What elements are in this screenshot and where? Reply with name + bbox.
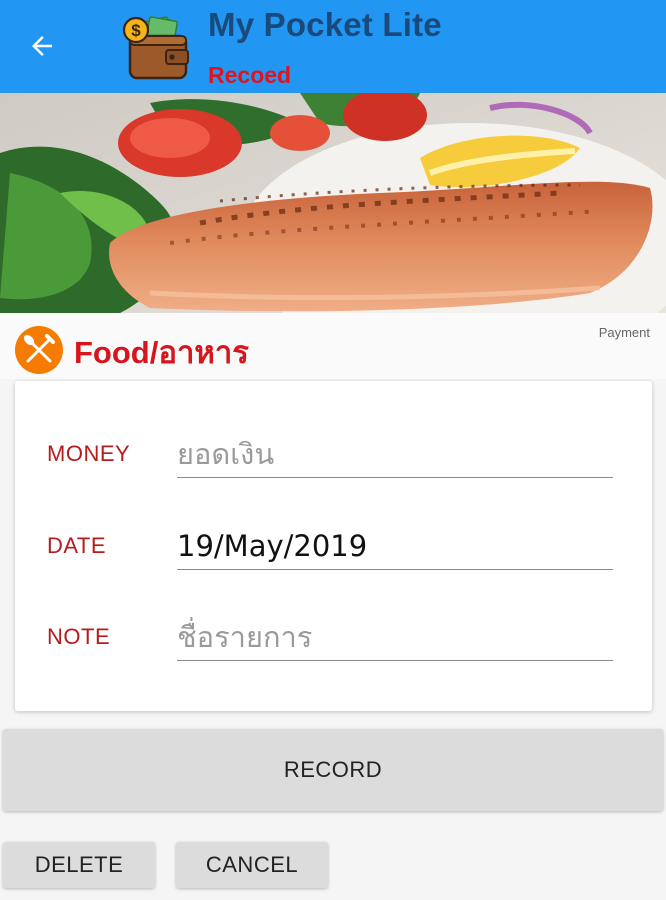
date-input[interactable] — [177, 523, 613, 570]
cancel-button[interactable]: CANCEL — [176, 842, 328, 888]
hero-image — [0, 93, 666, 313]
date-label: DATE — [47, 533, 107, 558]
app-title: My Pocket Lite — [208, 6, 442, 43]
wallet-icon: $ — [122, 16, 189, 80]
fork-knife-icon — [15, 326, 63, 374]
arrow-back-icon — [32, 36, 52, 56]
money-input[interactable] — [177, 431, 613, 478]
delete-button[interactable]: DELETE — [3, 842, 155, 888]
note-input[interactable] — [177, 614, 613, 661]
money-label: MONEY — [47, 441, 131, 466]
category-header: Food/อาหาร Payment — [0, 313, 666, 379]
category-name: Food/อาหาร — [74, 335, 249, 370]
record-button[interactable]: RECORD — [3, 729, 663, 811]
entry-form-card: MONEY DATE NOTE — [15, 381, 652, 711]
svg-text:$: $ — [131, 21, 141, 40]
note-label: NOTE — [47, 624, 111, 649]
transaction-type-label: Payment — [598, 325, 650, 340]
app-bar: $ My Pocket Lite Recoed — [0, 0, 666, 93]
back-button[interactable] — [18, 22, 66, 70]
app-subtitle: Recoed — [208, 62, 292, 88]
